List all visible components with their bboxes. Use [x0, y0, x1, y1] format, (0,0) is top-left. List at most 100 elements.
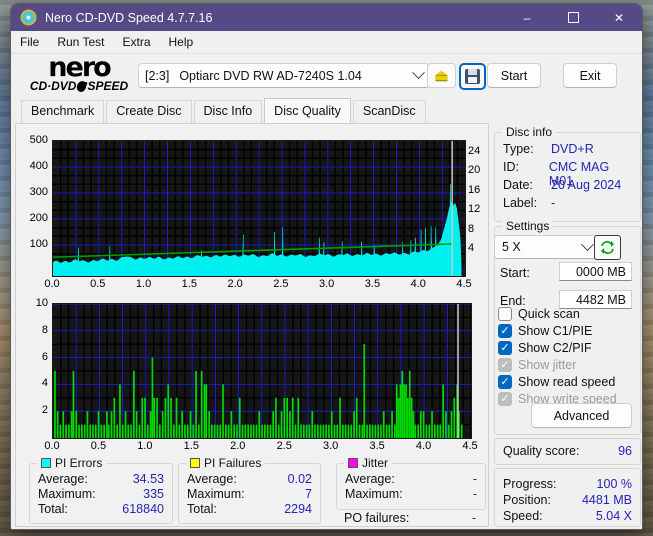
checkbox-show-jitter[interactable]: ✓ Show jitter [498, 357, 576, 372]
pi-failures-bar [412, 411, 415, 438]
x-axis-label: 0.5 [90, 278, 106, 290]
tab-scandisc[interactable]: ScanDisc [352, 100, 426, 123]
progress-value: 100 % [596, 477, 632, 491]
pi-failures-bar [311, 411, 314, 438]
tab-disc-info[interactable]: Disc Info [193, 100, 263, 123]
advanced-button[interactable]: Advanced [531, 403, 632, 428]
tab-disc-quality[interactable]: Disc Quality [264, 98, 351, 124]
x-axis-label: 2.5 [276, 440, 292, 452]
pi-failures-bar [408, 371, 411, 438]
scan-speed-select[interactable]: 5 X [494, 235, 600, 259]
pi-failures-bar [119, 384, 121, 438]
save-results-button[interactable] [459, 63, 486, 90]
x-axis-label: 2.0 [227, 278, 243, 290]
disc-info-value: 20 Aug 2024 [551, 178, 622, 192]
checkbox-icon [498, 306, 512, 321]
pi-failures-bar [159, 424, 161, 438]
pi-failures-bar [124, 411, 127, 438]
disc-info-row: Type: DVD+R [503, 142, 633, 156]
menu-item-run-test[interactable]: Run Test [48, 32, 113, 52]
pi-failures-bar [211, 424, 213, 438]
pi-failures-bar [138, 424, 141, 438]
eject-disc-button[interactable]: ⏏ [427, 63, 456, 88]
pi-failures-bar [266, 424, 269, 438]
checkbox-show-c1-pie[interactable]: ✓ Show C1/PIE [498, 323, 592, 338]
stat-row: Average: - [345, 472, 477, 486]
close-button[interactable]: ✕ [596, 4, 642, 31]
desktop-background: Nero CD-DVD Speed 4.7.7.16 – ✕ File Run T… [0, 0, 653, 536]
stat-row: Average: 34.53 [38, 472, 164, 486]
stat-label: Maximum: [345, 487, 403, 501]
save-icon [465, 69, 480, 84]
pi-failures-bar [397, 397, 400, 438]
pi-failures-bar [342, 424, 344, 438]
app-window: Nero CD-DVD Speed 4.7.7.16 – ✕ File Run T… [10, 3, 643, 530]
pi-failures-bar [100, 424, 103, 438]
pi-failures-bar [445, 411, 447, 438]
stat-row: Maximum: - [345, 487, 477, 501]
pi-failures-bar [403, 384, 405, 438]
pi-failures-bar [391, 411, 393, 438]
pi-failures-bar [339, 397, 341, 438]
menu-item-file[interactable]: File [11, 32, 48, 52]
drive-select[interactable]: [2:3] Optiarc DVD RW AD-7240S 1.04 [138, 63, 430, 88]
pi-failures-bar [363, 344, 366, 438]
start-position-field[interactable]: 0000 MB [559, 262, 632, 281]
pi-failures-bar [236, 424, 238, 438]
po-failures-label: PO failures: [344, 511, 410, 525]
pi-failures-bar [277, 424, 280, 438]
maximize-button[interactable] [550, 4, 596, 31]
pi-failures-bar [78, 424, 80, 438]
pi-failures-bar [272, 411, 274, 438]
pi-failures-bar [130, 424, 132, 438]
pi-failures-bar [205, 384, 208, 438]
menu-bar: File Run Test Extra Help [11, 31, 642, 54]
y-axis-label-pie: 500 [29, 134, 48, 146]
x-axis-label: 0.0 [44, 278, 60, 290]
stat-label: Maximum: [38, 487, 96, 501]
disc-info-label: Date: [503, 178, 533, 192]
stats-title-text: Jitter [362, 456, 389, 470]
stats-title-text: PI Failures [204, 456, 262, 470]
y-axis-label-pie: 400 [29, 160, 48, 172]
pi-failures-bar [314, 424, 316, 438]
pi-failures-bar [244, 424, 247, 438]
x-axis-label: 3.0 [323, 440, 339, 452]
pi-failures-bar [410, 397, 413, 438]
pi-failures-bar [407, 397, 409, 438]
pi-failures-bar [399, 384, 402, 438]
pi-failures-bar [113, 397, 116, 438]
pi-failures-bar [203, 384, 206, 438]
checkbox-show-c2-pif[interactable]: ✓ Show C2/PIF [498, 340, 592, 355]
y-axis-label-pie: 300 [29, 186, 48, 198]
tab-create-disc[interactable]: Create Disc [106, 100, 192, 123]
pi-failures-bar [388, 424, 391, 438]
menu-item-help[interactable]: Help [160, 32, 203, 52]
minimize-button[interactable]: – [504, 4, 550, 31]
stat-value: 0.02 [287, 472, 312, 486]
tab-benchmark[interactable]: Benchmark [21, 100, 105, 123]
menu-item-extra[interactable]: Extra [113, 32, 159, 52]
chevron-down-icon [581, 237, 594, 251]
pi-failures-bar [233, 424, 235, 438]
pi-failures-bar [316, 424, 319, 438]
disc-info-row: Label: - [503, 196, 633, 210]
checkbox-show-read-speed[interactable]: ✓ Show read speed [498, 374, 615, 389]
x-axis-label: 1.5 [181, 278, 197, 290]
pi-failures-bar [151, 357, 154, 438]
exit-button[interactable]: Exit [563, 63, 617, 88]
start-button[interactable]: Start [487, 63, 541, 88]
pi-failures-bar [170, 397, 172, 438]
checkbox-quick-scan[interactable]: Quick scan [498, 306, 580, 321]
stat-label: Average: [38, 472, 88, 486]
pi-failures-bar [377, 424, 379, 438]
app-icon [20, 9, 37, 26]
pi-failures-bar [219, 424, 222, 438]
refresh-button[interactable] [594, 235, 621, 260]
progress-value: 5.04 X [595, 509, 632, 523]
checkbox-label: Show C2/PIF [518, 340, 592, 355]
pi-failures-bar [434, 424, 436, 438]
pi-failures-bar [431, 411, 433, 438]
y-axis-label-pif: 8 [41, 323, 48, 336]
disc-info-label: Type: [503, 142, 534, 156]
